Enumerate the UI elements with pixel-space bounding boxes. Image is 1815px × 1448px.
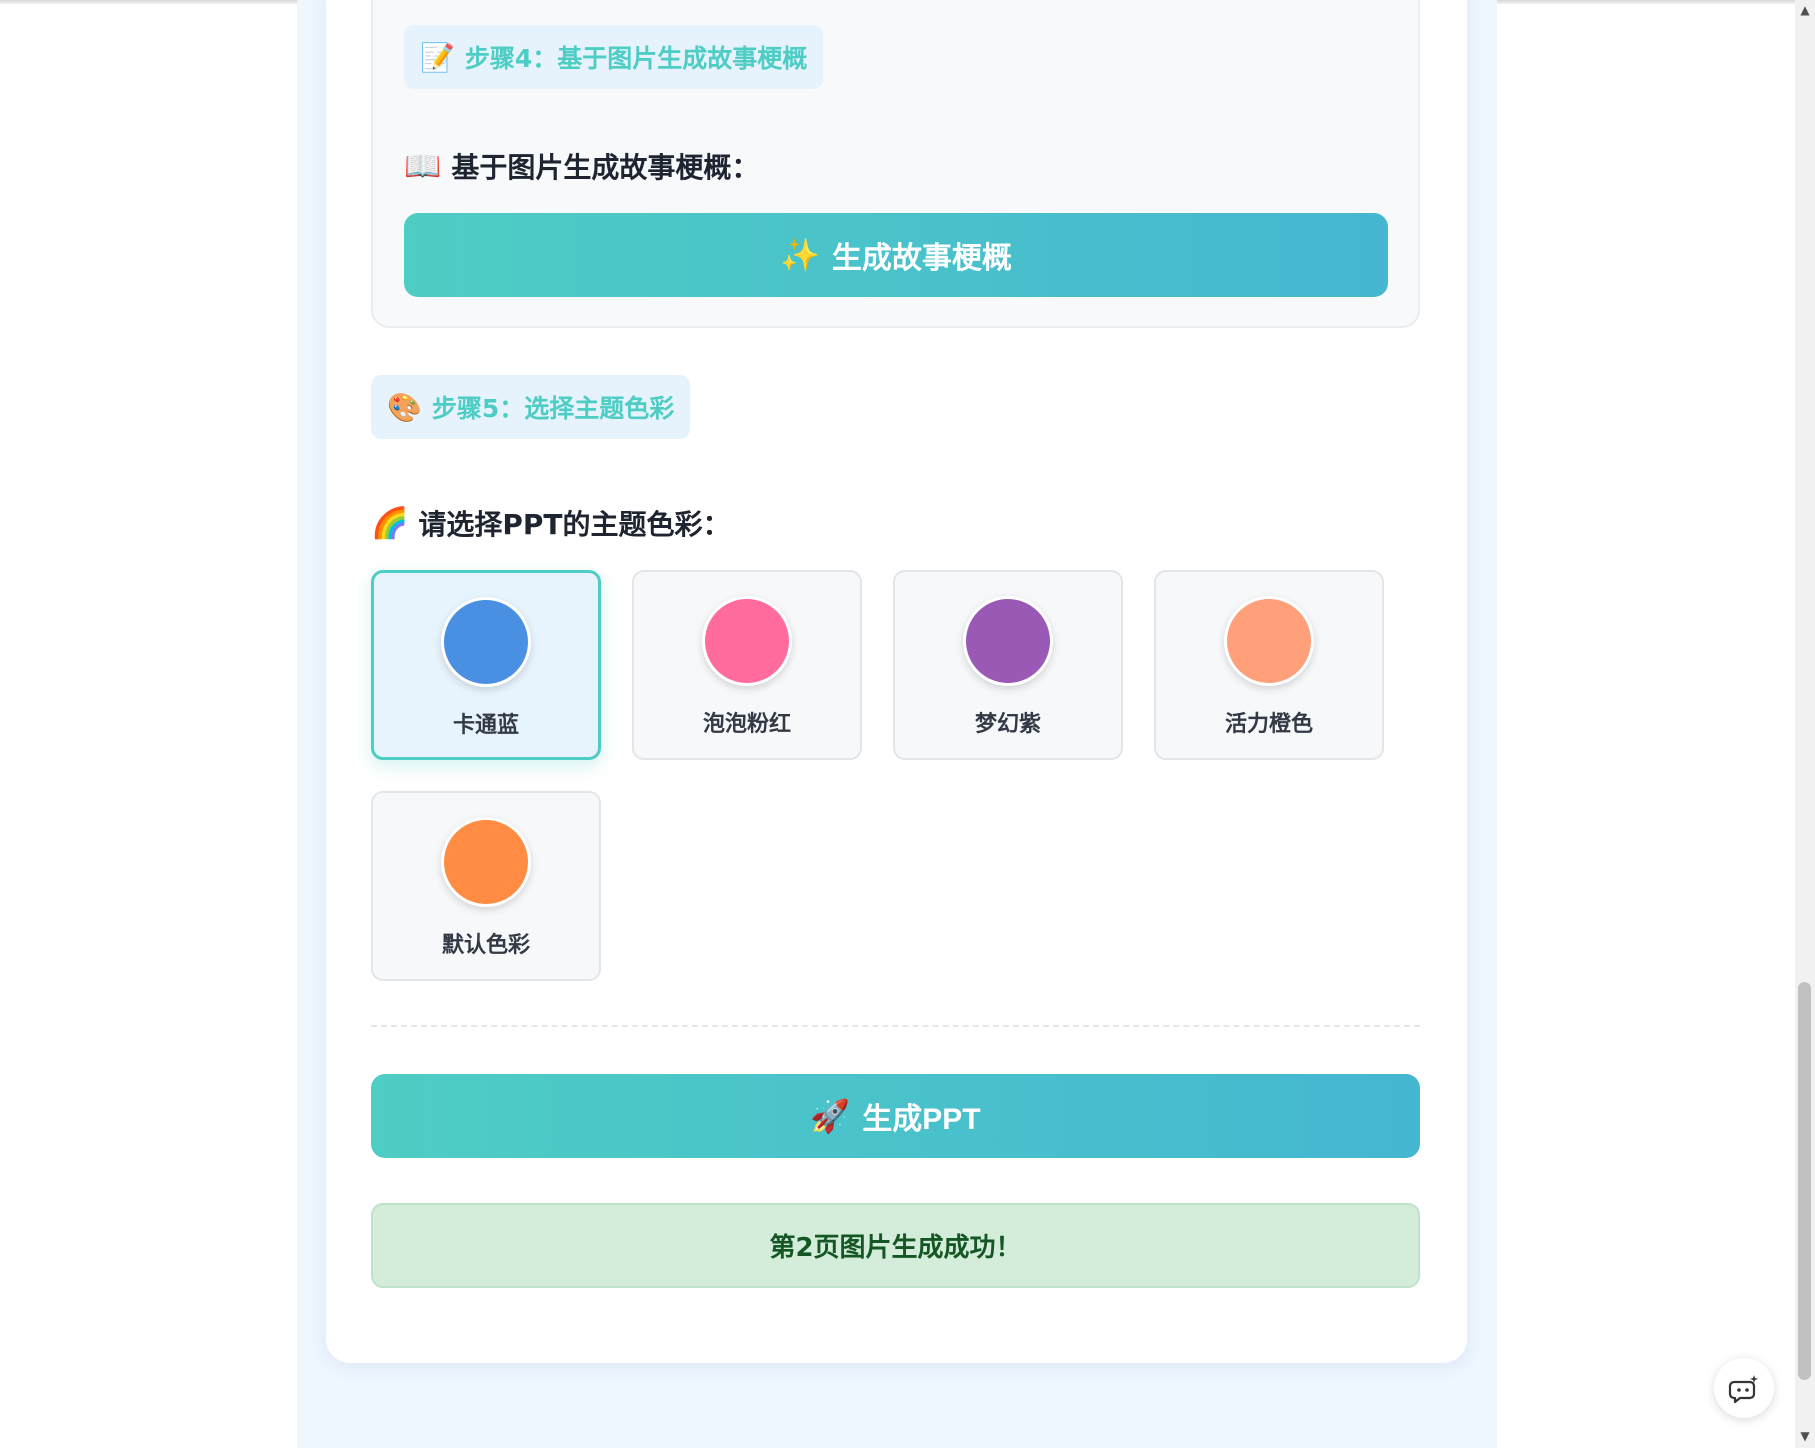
- palette-icon: 🎨: [387, 390, 422, 424]
- theme-heading: 🌈 请选择PPT的主题色彩：: [371, 503, 731, 543]
- step4-title: 📝 步骤4：基于图片生成故事梗概: [404, 25, 824, 89]
- scroll-up-arrow-icon[interactable]: ▲: [1797, 2, 1813, 18]
- theme-color-dot: [1224, 596, 1314, 686]
- theme-heading-label: 请选择PPT的主题色彩：: [418, 508, 731, 541]
- scroll-down-arrow-icon[interactable]: ▼: [1797, 1428, 1813, 1444]
- memo-icon: 📝: [420, 40, 455, 74]
- theme-option-vivid-orange[interactable]: 活力橙色: [1154, 570, 1384, 760]
- theme-option-label: 梦幻紫: [974, 712, 1041, 737]
- theme-option-default[interactable]: 默认色彩: [371, 791, 601, 981]
- section-divider: [371, 1025, 1420, 1027]
- theme-option-label: 活力橙色: [1224, 712, 1313, 737]
- generate-ppt-button[interactable]: 🚀 生成PPT: [371, 1074, 1420, 1158]
- scrollbar-thumb[interactable]: [1798, 982, 1811, 1380]
- theme-option-dream-purple[interactable]: 梦幻紫: [893, 570, 1123, 760]
- step5-title-label: 步骤5：选择主题色彩: [431, 394, 675, 423]
- theme-color-dot: [441, 817, 531, 907]
- story-heading-label: 基于图片生成故事梗概：: [451, 151, 760, 184]
- story-heading: 📖 基于图片生成故事梗概：: [404, 146, 759, 186]
- theme-option-label: 卡通蓝: [452, 713, 519, 738]
- theme-color-dot: [441, 597, 531, 687]
- theme-option-bubble-pink[interactable]: 泡泡粉红: [632, 570, 862, 760]
- step5-title: 🎨 步骤5：选择主题色彩: [371, 375, 691, 439]
- open-book-icon: 📖: [404, 148, 442, 184]
- generate-story-button[interactable]: ✨ 生成故事梗概: [404, 213, 1388, 297]
- theme-option-cartoon-blue[interactable]: 卡通蓝: [371, 570, 601, 760]
- chat-bot-icon: [1728, 1375, 1758, 1404]
- rainbow-icon: 🌈: [371, 505, 409, 541]
- status-message: 第2页图片生成成功！: [371, 1203, 1420, 1288]
- theme-color-dot: [963, 596, 1053, 686]
- theme-option-label: 泡泡粉红: [702, 712, 791, 737]
- generate-story-label: 生成故事梗概: [831, 242, 1012, 275]
- theme-color-dot: [702, 596, 792, 686]
- generate-ppt-label: 生成PPT: [862, 1103, 981, 1136]
- status-message-text: 第2页图片生成成功！: [769, 1233, 1022, 1263]
- sparkles-icon: ✨: [780, 237, 820, 273]
- step4-title-label: 步骤4：基于图片生成故事梗概: [464, 44, 808, 73]
- rocket-icon: 🚀: [810, 1098, 851, 1134]
- theme-option-label: 默认色彩: [441, 933, 530, 958]
- assistant-button[interactable]: [1714, 1358, 1774, 1418]
